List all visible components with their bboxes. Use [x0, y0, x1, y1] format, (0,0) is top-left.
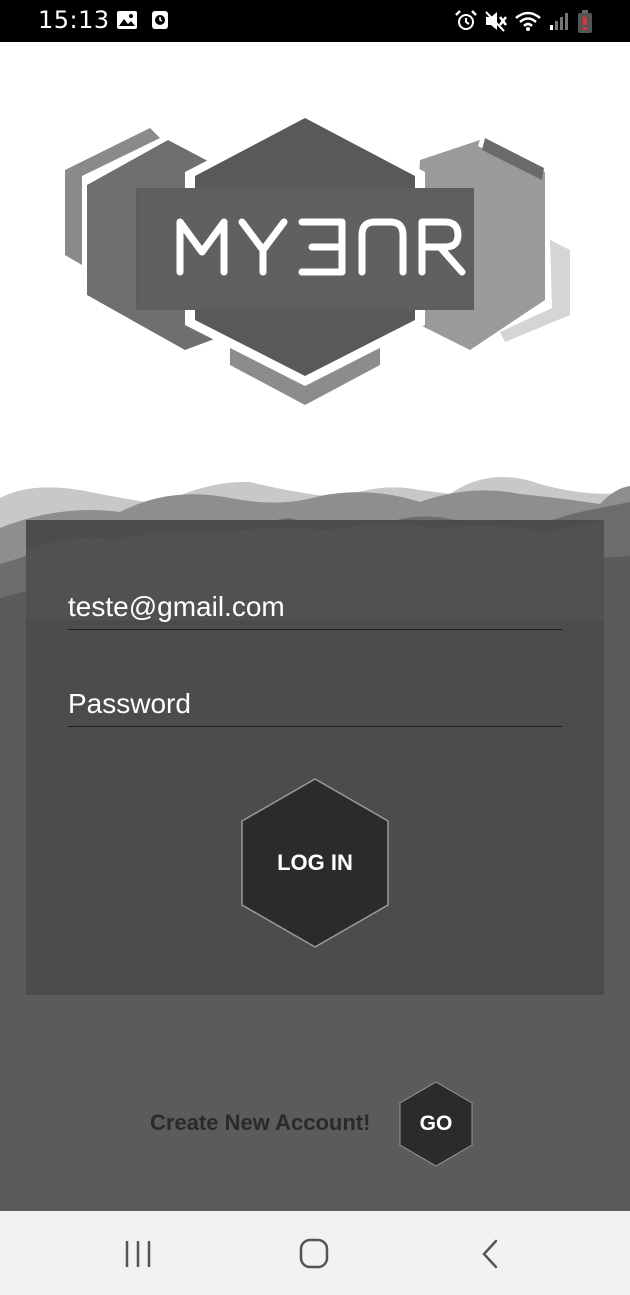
signal-icon	[550, 13, 568, 30]
wifi-icon	[515, 11, 541, 31]
battery-low-icon	[578, 10, 592, 33]
login-button-label: LOG IN	[277, 850, 353, 875]
mute-icon	[485, 11, 507, 32]
clock-notification-icon	[152, 11, 168, 29]
app-logo	[60, 110, 570, 410]
recents-icon[interactable]	[118, 1237, 158, 1271]
image-icon	[117, 11, 137, 29]
home-icon[interactable]	[294, 1237, 334, 1271]
status-bar: 15:13	[0, 0, 630, 42]
back-icon[interactable]	[470, 1237, 510, 1271]
go-button-label: GO	[419, 1112, 453, 1135]
email-input[interactable]	[68, 585, 562, 630]
go-button[interactable]: GO	[398, 1080, 474, 1168]
status-time: 15:13	[38, 6, 110, 34]
create-account-text: Create New Account!	[150, 1110, 371, 1135]
navigation-bar	[0, 1211, 630, 1295]
alarm-icon	[455, 10, 477, 30]
password-input[interactable]	[68, 682, 562, 727]
login-button[interactable]: LOG IN	[239, 776, 391, 950]
